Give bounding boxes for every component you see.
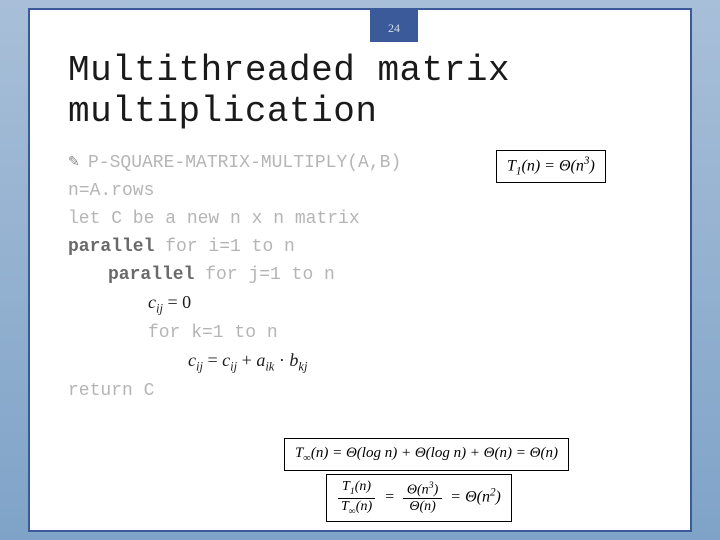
formula-box-span: T∞(n) = Θ(log n) + Θ(log n) + Θ(n) = Θ(n…: [284, 438, 569, 471]
page-number: 24: [388, 21, 400, 36]
code-line-8: cij = cij + aik · bkj: [68, 347, 670, 377]
slide-title: Multithreaded matrix multiplication: [68, 50, 510, 133]
code-line-3: let C be a new n x n matrix: [68, 206, 670, 234]
slide-body: ✎ P-SQUARE-MATRIX-MULTIPLY(A,B) n=A.rows…: [68, 150, 670, 405]
formula-box-parallelism: T1(n) T∞(n) = Θ(n3) Θ(n) = Θ(n2): [326, 474, 512, 522]
code-line-9: return C: [68, 378, 670, 406]
page-number-badge: 24: [370, 8, 418, 42]
bullet-icon: ✎: [68, 154, 80, 171]
title-line-2: multiplication: [68, 91, 377, 132]
code-line-6: cij = 0: [68, 289, 670, 319]
slide-frame: 24 Multithreaded matrix multiplication ✎…: [28, 8, 692, 532]
code-line-4: parallel for i=1 to n: [68, 234, 670, 262]
code-line-7: for k=1 to n: [68, 320, 670, 348]
code-line-5: parallel for j=1 to n: [68, 262, 670, 290]
keyword-parallel: parallel: [68, 237, 154, 257]
keyword-parallel: parallel: [108, 265, 194, 285]
formula-box-work: T1(n) = Θ(n3): [496, 150, 606, 183]
title-line-1: Multithreaded matrix: [68, 50, 510, 91]
